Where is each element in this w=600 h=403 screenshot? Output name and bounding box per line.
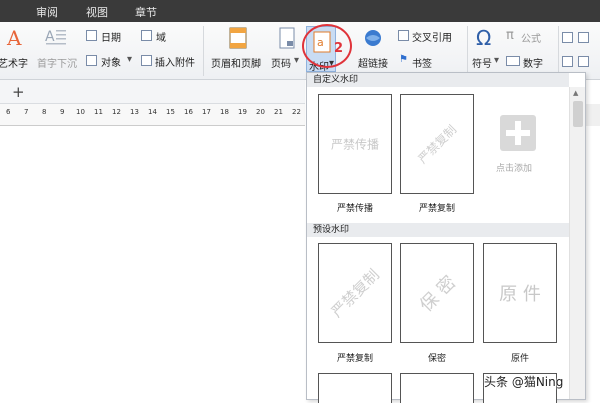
- bookmark-icon: ⚑: [399, 54, 408, 65]
- formula-icon: π: [506, 28, 514, 43]
- hyperlink-button[interactable]: 超链接: [358, 55, 388, 70]
- symbol-dropdown-arrow-icon[interactable]: ▾: [494, 55, 499, 66]
- ruler-tick: 21: [274, 108, 283, 116]
- formula-button[interactable]: 公式: [521, 30, 541, 45]
- watermark-preview-text: 保 密: [415, 271, 461, 317]
- horizontal-ruler[interactable]: 6 7 8 9 10 11 12 13 14 15 16 17 18 19 20…: [0, 104, 305, 126]
- menu-tab-review[interactable]: 审阅: [36, 4, 58, 20]
- preset-watermark-label: 原件: [510, 354, 529, 364]
- ruler-right-edge: [585, 104, 600, 126]
- date-icon: [86, 30, 97, 41]
- watermark-preview-text: 严禁复制: [327, 265, 383, 321]
- watermark-preview-text: 严禁传播: [330, 137, 380, 152]
- number-button[interactable]: 数字: [523, 55, 543, 70]
- custom-watermark-thumbnail[interactable]: 严禁复制: [400, 94, 474, 194]
- add-watermark-plus-icon[interactable]: [500, 115, 536, 151]
- drop-cap-button[interactable]: 首字下沉: [37, 55, 77, 70]
- highlight-circle: [302, 24, 352, 68]
- ruler-tick: 13: [130, 108, 139, 116]
- dropdown-scrollbar[interactable]: ▲: [569, 87, 585, 399]
- scroll-up-arrow-icon[interactable]: ▲: [573, 89, 578, 97]
- preset-watermark-thumbnail[interactable]: [318, 373, 392, 403]
- step-number-annotation: 2: [334, 41, 344, 56]
- page-number-button[interactable]: 页码: [271, 55, 291, 70]
- ribbon-extra-icon[interactable]: [578, 32, 589, 43]
- ruler-tick: 6: [6, 108, 11, 116]
- object-icon: [86, 55, 97, 66]
- number-icon: [506, 56, 520, 66]
- preset-watermark-label: 保密: [427, 354, 446, 364]
- header-footer-icon: [228, 27, 248, 49]
- custom-watermark-label: 严禁传播: [336, 204, 373, 214]
- ribbon-divider: [558, 26, 559, 76]
- ruler-tick: 15: [166, 108, 175, 116]
- object-button[interactable]: 对象: [101, 54, 121, 69]
- ruler-tick: 19: [238, 108, 247, 116]
- svg-text:A: A: [45, 29, 55, 45]
- ruler-tick: 20: [256, 108, 265, 116]
- custom-watermark-header: 自定义水印: [307, 73, 569, 87]
- insert-attachment-button[interactable]: 插入附件: [155, 54, 195, 69]
- preset-watermark-thumbnail[interactable]: 严禁复制: [318, 243, 392, 343]
- add-watermark-label[interactable]: 点击添加: [496, 161, 532, 174]
- credit-watermark: 头条 @猫Ning: [484, 375, 564, 389]
- page-number-dropdown-arrow-icon[interactable]: ▾: [294, 55, 299, 66]
- preset-watermark-label: 严禁复制: [336, 354, 373, 364]
- cross-reference-button[interactable]: 交叉引用: [412, 29, 452, 44]
- menu-tab-view[interactable]: 视图: [86, 4, 108, 20]
- symbol-button[interactable]: 符号: [472, 55, 492, 70]
- document-tab-bar: +: [0, 80, 305, 104]
- custom-watermark-thumbnail[interactable]: 严禁传播: [318, 94, 392, 194]
- ruler-tick: 18: [220, 108, 229, 116]
- ruler-tick: 9: [60, 108, 65, 116]
- object-dropdown-arrow-icon[interactable]: ▾: [127, 54, 132, 65]
- field-button[interactable]: 域: [156, 29, 166, 44]
- preset-watermark-thumbnail[interactable]: 保 密: [400, 243, 474, 343]
- ribbon-extra-icon[interactable]: [578, 56, 589, 67]
- watermark-dropdown-panel: 自定义水印 严禁传播 严禁传播 严禁复制 严禁复制 点击添加 预设水印 严禁复制…: [306, 72, 586, 403]
- ruler-tick: 17: [202, 108, 211, 116]
- date-button[interactable]: 日期: [101, 29, 121, 44]
- drop-cap-icon: A: [44, 27, 68, 47]
- new-tab-button[interactable]: +: [12, 83, 25, 101]
- preset-watermark-thumbnail[interactable]: 原 件: [483, 243, 557, 343]
- svg-text:A: A: [6, 26, 22, 48]
- preset-watermark-thumbnail[interactable]: [400, 373, 474, 403]
- ruler-tick: 14: [148, 108, 157, 116]
- ruler-tick: 22: [292, 108, 301, 116]
- art-text-icon: A: [4, 26, 26, 48]
- ruler-tick: 10: [76, 108, 85, 116]
- watermark-preview-text: 原 件: [499, 284, 541, 305]
- art-text-button[interactable]: 艺术字: [0, 55, 28, 70]
- header-footer-button[interactable]: 页眉和页脚: [211, 55, 261, 70]
- scrollbar-thumb[interactable]: [573, 101, 583, 127]
- symbol-icon: Ω: [476, 26, 492, 50]
- page-number-icon: [278, 27, 296, 49]
- ruler-tick: 7: [24, 108, 29, 116]
- ruler-tick: 16: [184, 108, 193, 116]
- menu-tab-chapter[interactable]: 章节: [135, 4, 157, 20]
- preset-watermark-header: 预设水印: [307, 223, 569, 237]
- ribbon-divider: [203, 26, 204, 76]
- menu-bar: 审阅 视图 章节: [0, 0, 600, 22]
- hyperlink-icon: [362, 28, 384, 48]
- cross-reference-icon: [398, 30, 409, 41]
- ribbon-divider: [467, 26, 468, 76]
- bookmark-button[interactable]: 书签: [412, 55, 432, 70]
- attachment-icon: [141, 55, 152, 66]
- ruler-tick: 8: [42, 108, 47, 116]
- field-icon: [141, 30, 152, 41]
- ribbon-extra-icon[interactable]: [562, 32, 573, 43]
- ruler-tick: 11: [94, 108, 103, 116]
- custom-watermark-label: 严禁复制: [418, 204, 455, 214]
- ribbon-extra-icon[interactable]: [562, 56, 573, 67]
- ruler-tick: 12: [112, 108, 121, 116]
- watermark-preview-text: 严禁复制: [415, 122, 460, 167]
